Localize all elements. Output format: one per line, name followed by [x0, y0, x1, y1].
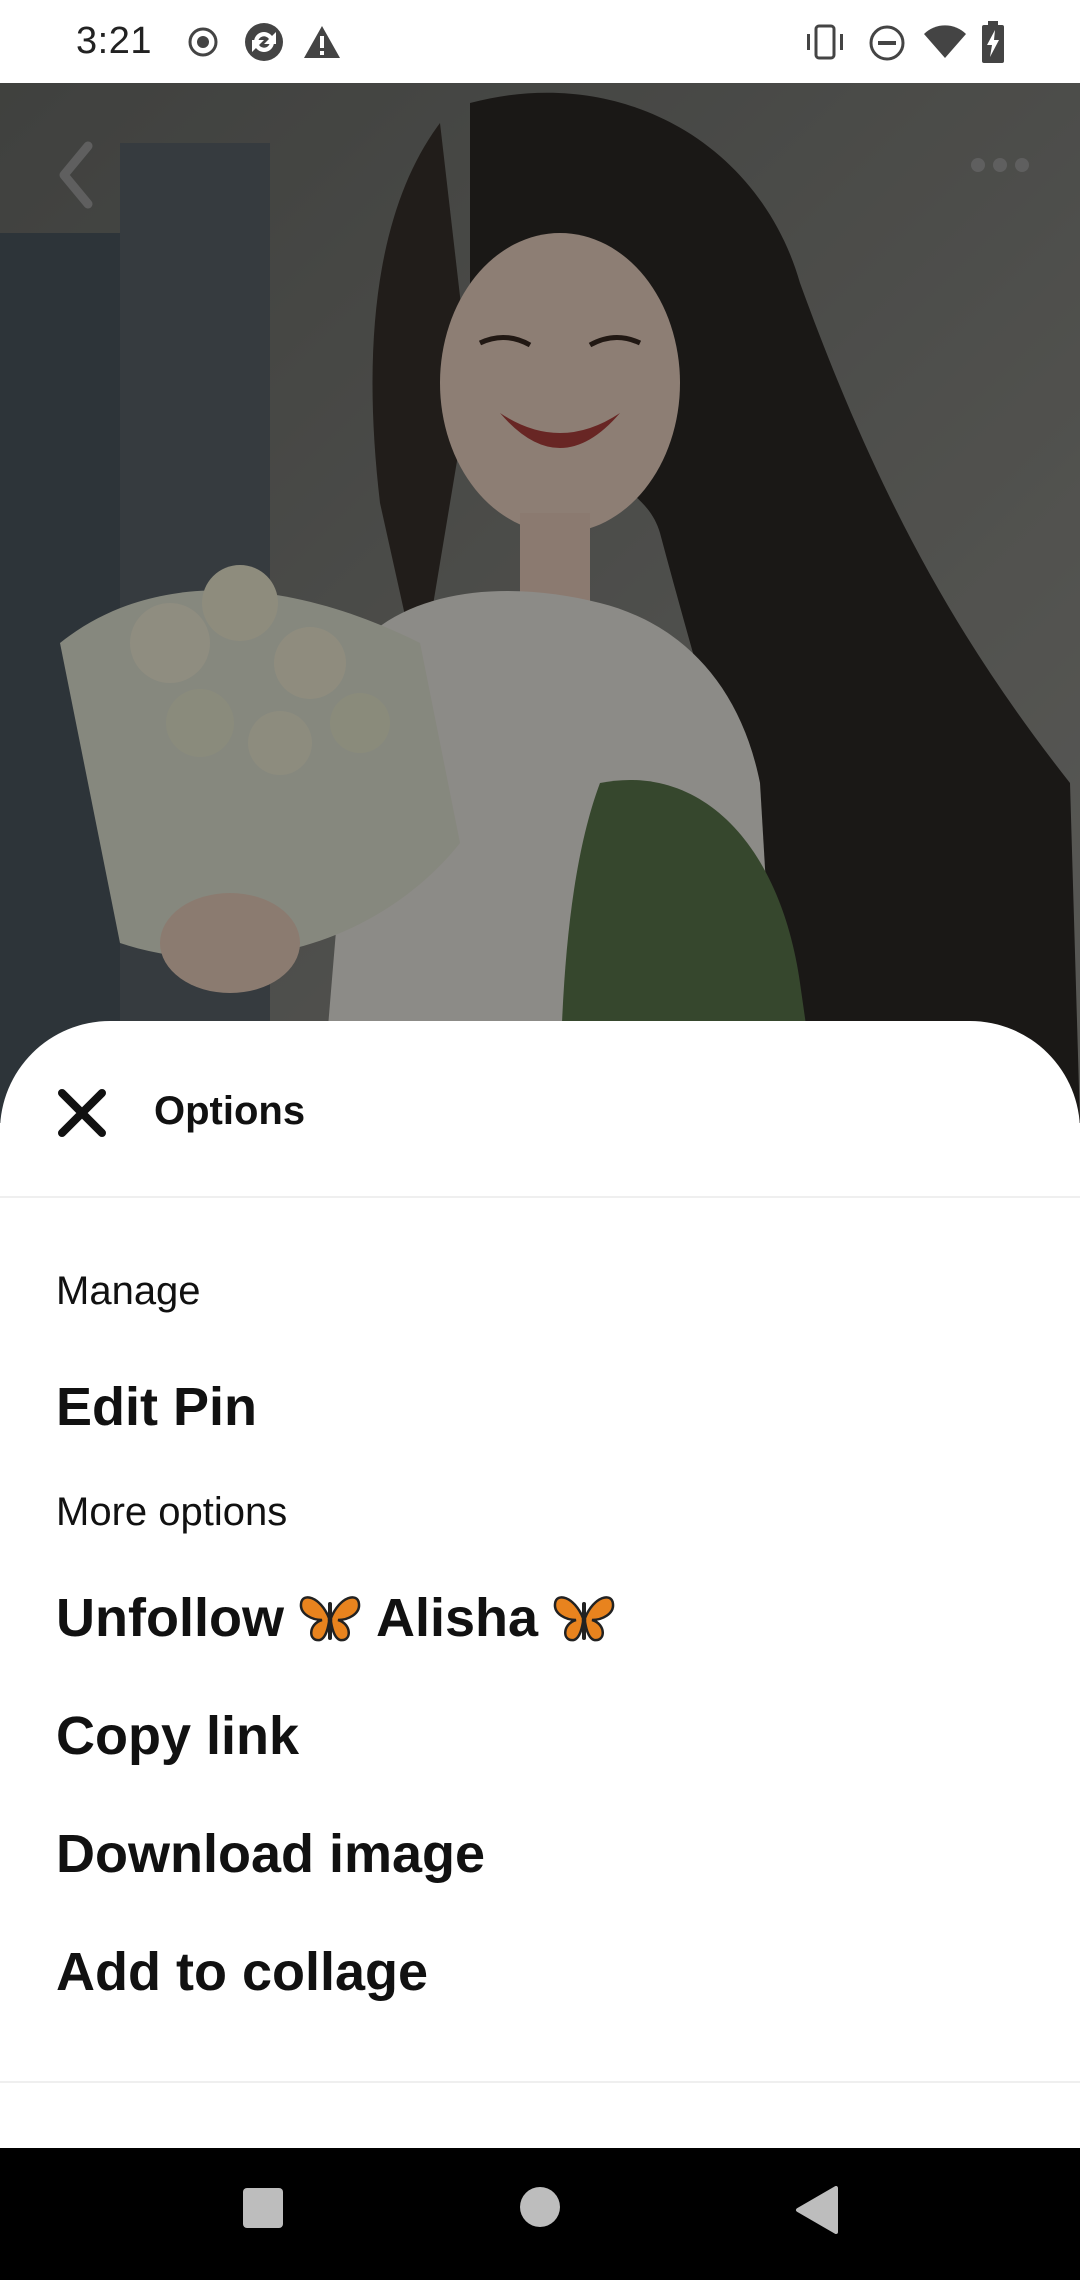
close-button[interactable] — [50, 1081, 114, 1145]
record-icon — [188, 27, 218, 57]
close-icon — [58, 1089, 106, 1137]
wifi-icon — [924, 25, 966, 58]
section-label-manage: Manage — [56, 1269, 201, 1313]
status-time: 3:21 — [76, 20, 152, 62]
copy-link-button[interactable]: Copy link — [56, 1705, 299, 1767]
unfollow-name: Alisha — [375, 1588, 539, 1648]
add-to-collage-button[interactable]: Add to collage — [56, 1941, 428, 2003]
butterfly-icon — [299, 1596, 361, 1642]
vibrate-icon — [807, 24, 843, 60]
sync-icon — [245, 23, 283, 61]
unfollow-label: Unfollow — [56, 1588, 284, 1648]
edit-pin-button[interactable]: Edit Pin — [56, 1376, 257, 1438]
unfollow-button[interactable]: Unfollow Alisha — [56, 1587, 630, 1649]
battery-charging-icon — [982, 21, 1004, 63]
section-label-more-options: More options — [56, 1490, 288, 1534]
recents-button[interactable] — [241, 2186, 285, 2230]
status-bar: 3:21 — [0, 0, 1080, 83]
sheet-title: Options — [154, 1089, 306, 1133]
back-button[interactable] — [794, 2186, 838, 2234]
download-image-button[interactable]: Download image — [56, 1823, 485, 1885]
home-button[interactable] — [519, 2186, 561, 2228]
sheet-divider — [0, 2081, 1080, 2083]
screen: 3:21 Options Manage Edit Pin More option… — [0, 0, 1080, 2280]
back-chevron-icon[interactable] — [56, 140, 96, 210]
more-options-icon[interactable] — [970, 155, 1030, 175]
image-scrim — [0, 83, 1080, 1123]
warning-icon — [304, 26, 340, 58]
do-not-disturb-icon — [869, 25, 905, 61]
options-sheet: Options Manage Edit Pin More options Unf… — [0, 1021, 1080, 2148]
sheet-header: Options — [0, 1021, 1080, 1198]
system-nav-bar — [0, 2148, 1080, 2280]
butterfly-icon — [553, 1596, 615, 1642]
